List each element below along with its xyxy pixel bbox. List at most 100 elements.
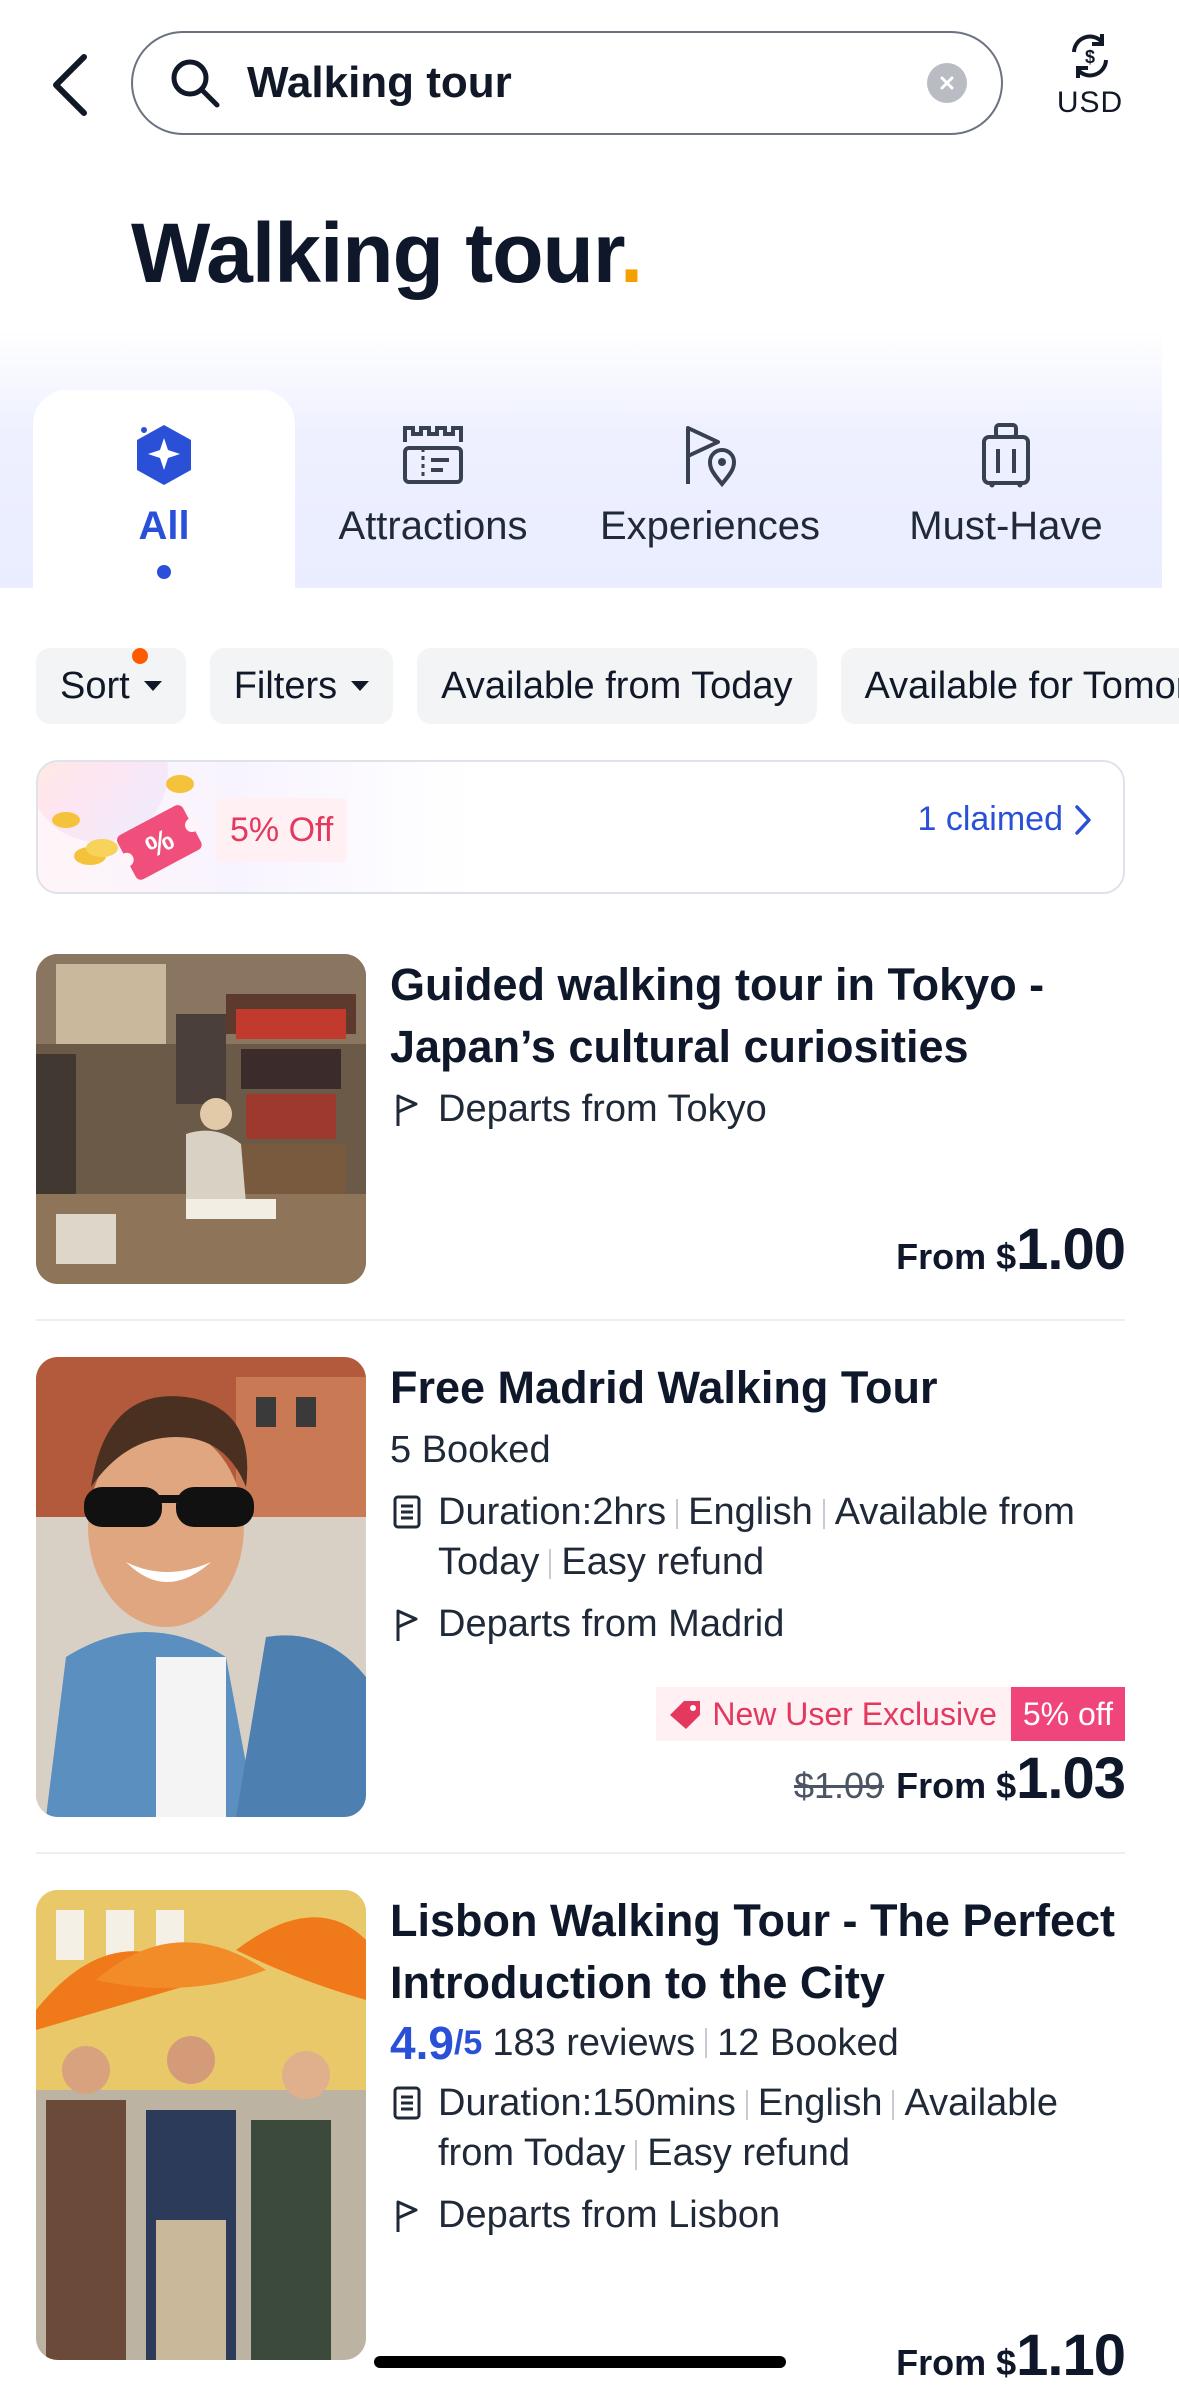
- tab-all-label: All: [138, 504, 190, 548]
- price-from-label: From $: [896, 2342, 1017, 2383]
- top-bar: Walking tour $ USD: [0, 0, 1179, 170]
- product-image: [36, 1890, 366, 2360]
- divider: [36, 1319, 1125, 1321]
- product-image: [36, 1357, 366, 1817]
- claimed-link[interactable]: 1 claimed: [917, 800, 1095, 839]
- title-accent-dot: .: [619, 206, 643, 300]
- chevron-down-icon: [351, 681, 370, 691]
- price-amount: 1.00: [1016, 1217, 1126, 1282]
- search-input[interactable]: Walking tour: [131, 31, 1003, 135]
- chip-available-tomorrow[interactable]: Available for Tomorrow: [840, 648, 1179, 724]
- filters-label: Filters: [233, 664, 338, 707]
- document-icon: [393, 2086, 421, 2120]
- chevron-down-icon: [143, 681, 162, 691]
- product-title: Guided walking tour in Tokyo - Japan’s c…: [390, 959, 1045, 1072]
- duration: Duration:150mins: [438, 2082, 736, 2124]
- review-count: 183 reviews: [492, 2022, 696, 2064]
- product-card[interactable]: Guided walking tour in Tokyo - Japan’s c…: [36, 954, 1126, 1284]
- language: English: [757, 2082, 883, 2124]
- new-user-badge: New User Exclusive 5% off: [656, 1687, 1125, 1741]
- product-info: Lisbon Walking Tour - The Perfect Introd…: [390, 1890, 1125, 2240]
- claimed-label: 1 claimed: [917, 800, 1063, 838]
- duration: Duration:2hrs: [438, 1491, 667, 1533]
- details-text: Duration:2hrs English Available from Today E…: [438, 1487, 1075, 1587]
- back-arrow-icon: [53, 54, 87, 116]
- flag-icon: [396, 1094, 418, 1126]
- language: English: [688, 1491, 813, 1533]
- price-amount: 1.10: [1016, 2323, 1126, 2388]
- departure-text: Departs from Lisbon: [438, 2194, 781, 2236]
- departure-text: Departs from Madrid: [438, 1603, 785, 1645]
- home-indicator: [374, 2356, 786, 2368]
- coupon-illustration: %: [38, 762, 218, 892]
- product-title: Free Madrid Walking Tour: [390, 1362, 938, 1413]
- price-amount: 1.03: [1016, 1746, 1126, 1811]
- tab-experiences[interactable]: Experiences: [590, 390, 830, 588]
- details-line: Duration:2hrs English Available from Today E…: [390, 1487, 1125, 1587]
- badge-discount: 5% off: [1010, 1687, 1125, 1741]
- tab-experiences-label: Experiences: [599, 504, 821, 548]
- sort-dropdown[interactable]: Sort: [36, 648, 186, 724]
- luggage-icon: [971, 420, 1041, 490]
- currency-exchange-icon: $: [1072, 34, 1108, 78]
- rating-scale: /5: [453, 2024, 483, 2062]
- back-button[interactable]: [40, 45, 100, 125]
- departure-text: Departs from Tokyo: [438, 1088, 767, 1130]
- product-card[interactable]: Free Madrid Walking Tour 5 Booked Durati…: [36, 1357, 1126, 1817]
- page-title: Walking tour.: [131, 206, 643, 300]
- price: From $1.10: [896, 2322, 1126, 2389]
- discount-tag: 5% Off: [216, 798, 348, 862]
- price-from-label: From $: [896, 1765, 1017, 1806]
- product-title: Lisbon Walking Tour - The Perfect Introd…: [390, 1895, 1116, 2008]
- tab-all[interactable]: All: [33, 390, 295, 588]
- clear-search-button[interactable]: [927, 63, 967, 103]
- chip-available-tomorrow-label: Available for Tomorrow: [864, 664, 1179, 707]
- product-card[interactable]: Lisbon Walking Tour - The Perfect Introd…: [36, 1890, 1126, 2396]
- flag-pin-icon: [675, 420, 745, 490]
- departure-line: Departs from Tokyo: [390, 1084, 1125, 1134]
- refund-policy: Easy refund: [561, 1541, 765, 1583]
- active-tab-indicator: [157, 565, 171, 579]
- notification-dot: [132, 648, 148, 664]
- svg-text:$: $: [1085, 47, 1095, 67]
- departure-line: Departs from Madrid: [390, 1599, 1125, 1649]
- search-query: Walking tour: [247, 58, 512, 107]
- price: $1.09 From $1.03: [793, 1745, 1126, 1812]
- price-from-label: From $: [896, 1236, 1017, 1277]
- price: From $1.00: [896, 1216, 1126, 1283]
- chip-available-today-label: Available from Today: [441, 664, 793, 707]
- sort-label: Sort: [60, 664, 130, 707]
- promo-banner[interactable]: % 5% Off 1 claimed: [36, 760, 1125, 894]
- details-line: Duration:150mins English Available from Tod…: [390, 2078, 1125, 2178]
- product-image: [36, 954, 366, 1284]
- chip-available-today[interactable]: Available from Today: [417, 648, 817, 724]
- castle-ticket-icon: [398, 420, 468, 490]
- tag-icon: [670, 1701, 701, 1729]
- rating-line: 4.9/5 183 reviews 12 Booked: [390, 2018, 1125, 2068]
- flag-icon: [396, 1609, 418, 1641]
- filter-chips: Sort Filters Available from Today Availa…: [36, 648, 1179, 724]
- tab-must-have-label: Must-Have: [909, 504, 1103, 548]
- tab-attractions[interactable]: Attractions: [318, 390, 548, 588]
- booked-count: 12 Booked: [717, 2022, 899, 2064]
- tab-must-have[interactable]: Must-Have: [886, 390, 1126, 588]
- product-info: Free Madrid Walking Tour 5 Booked Durati…: [390, 1357, 1125, 1649]
- refund-policy: Easy refund: [647, 2132, 851, 2174]
- filters-dropdown[interactable]: Filters: [209, 648, 394, 724]
- tab-attractions-label: Attractions: [338, 504, 528, 548]
- chevron-right-icon: [1075, 804, 1091, 835]
- booked-count: 5 Booked: [390, 1429, 551, 1471]
- sparkle-badge-icon: [129, 420, 199, 490]
- search-icon: [171, 59, 220, 108]
- currency-switcher[interactable]: $ USD: [1030, 30, 1150, 140]
- original-price: $1.09: [793, 1765, 885, 1806]
- flag-icon: [396, 2200, 418, 2232]
- badge-label: New User Exclusive: [656, 1687, 1011, 1741]
- document-icon: [393, 1495, 421, 1529]
- rating-score: 4.9: [390, 2017, 454, 2069]
- details-text: Duration:150mins English Available from Tod…: [438, 2078, 1058, 2178]
- currency-label: USD: [1056, 86, 1124, 119]
- close-icon: [940, 76, 954, 90]
- divider: [36, 1852, 1125, 1854]
- product-info: Guided walking tour in Tokyo - Japan’s c…: [390, 954, 1125, 1134]
